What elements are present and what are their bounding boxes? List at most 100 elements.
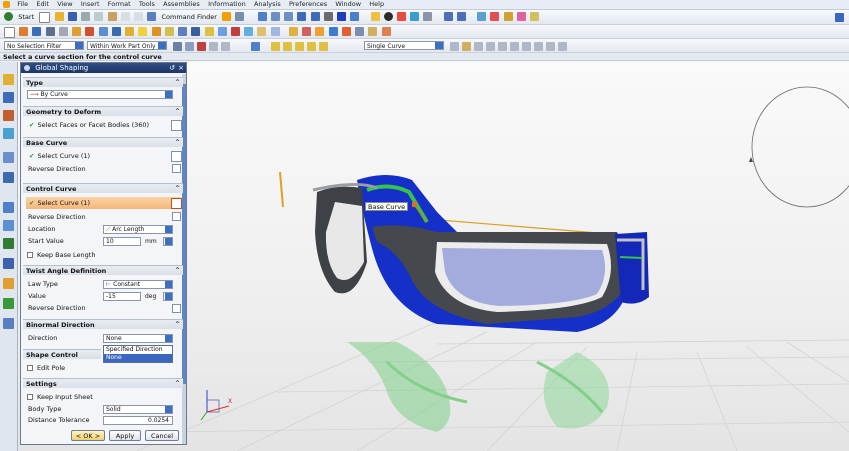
split-body-icon[interactable]: [191, 27, 201, 36]
start-icon[interactable]: [4, 12, 13, 21]
section-type[interactable]: Type ^: [23, 77, 183, 87]
process-studio-icon[interactable]: [3, 202, 14, 213]
direction-dropdown[interactable]: None: [103, 334, 173, 343]
snap-endpoint-icon[interactable]: [197, 42, 206, 51]
datum-axis-icon[interactable]: [217, 27, 227, 36]
twist-value-menu[interactable]: [163, 292, 173, 301]
save-icon[interactable]: [67, 12, 77, 21]
command-finder-button[interactable]: Command Finder: [159, 10, 218, 24]
sketch-icon[interactable]: [4, 27, 15, 38]
display-icon[interactable]: [423, 12, 433, 21]
snap-center-icon[interactable]: [221, 42, 230, 51]
menu-preferences[interactable]: Preferences: [286, 0, 330, 9]
curve-select-icon[interactable]: [171, 151, 182, 162]
orient-icon[interactable]: [310, 12, 320, 21]
section-control-curve[interactable]: Control Curve ^: [23, 183, 183, 193]
mesh-icon[interactable]: [302, 27, 312, 36]
history-icon[interactable]: [3, 152, 14, 163]
curve-tool4-icon[interactable]: [307, 42, 316, 51]
subtract-icon[interactable]: [151, 27, 161, 36]
snap-point-icon[interactable]: [534, 42, 543, 51]
layout-icon[interactable]: [235, 12, 245, 21]
snap-midpoint-icon[interactable]: [209, 42, 218, 51]
section-icon[interactable]: [383, 12, 393, 21]
analysis-icon[interactable]: [477, 12, 487, 21]
snap-more-icon[interactable]: [546, 42, 555, 51]
twist-value-input[interactable]: -15: [103, 292, 141, 301]
paste-icon[interactable]: [107, 12, 117, 21]
edge-icon[interactable]: [350, 12, 360, 21]
base-curve-selector[interactable]: ✔ Select Curve (1): [26, 150, 171, 162]
system-materials-icon[interactable]: [3, 258, 14, 269]
curve-tool5-icon[interactable]: [319, 42, 328, 51]
start-button[interactable]: Start: [16, 10, 36, 24]
section-geometry-to-deform[interactable]: Geometry to Deform ^: [23, 106, 183, 116]
zoom-icon[interactable]: [270, 12, 280, 21]
curve-tool2-icon[interactable]: [283, 42, 292, 51]
xform-icon[interactable]: [368, 27, 378, 36]
assembly-navigator-icon[interactable]: [3, 74, 14, 85]
section-base-curve[interactable]: Base Curve ^: [23, 137, 183, 147]
trim-body-icon[interactable]: [178, 27, 188, 36]
new-icon[interactable]: [39, 12, 51, 23]
rotate-icon[interactable]: [297, 12, 307, 21]
ok-button[interactable]: < OK >: [71, 430, 105, 441]
section-settings[interactable]: Settings ^: [23, 378, 183, 388]
curve-rule-dropdown[interactable]: Single Curve: [364, 41, 444, 50]
extrude-icon[interactable]: [19, 27, 29, 36]
shell-icon[interactable]: [98, 27, 108, 36]
menu-assemblies[interactable]: Assemblies: [160, 0, 203, 9]
measure-icon[interactable]: [503, 12, 513, 21]
render-style-icon[interactable]: [323, 12, 333, 21]
menu-insert[interactable]: Insert: [78, 0, 103, 9]
revolve-icon[interactable]: [32, 27, 42, 36]
snap-quad-icon[interactable]: [510, 42, 519, 51]
command-finder-icon[interactable]: [147, 12, 157, 21]
section-binormal-direction[interactable]: Binormal Direction ^: [23, 319, 183, 329]
undo-icon[interactable]: [120, 12, 130, 21]
menu-format[interactable]: Format: [105, 0, 134, 9]
close-icon[interactable]: ×: [177, 64, 185, 72]
snap-arc-center-icon[interactable]: [522, 42, 531, 51]
hole-icon[interactable]: [45, 27, 55, 36]
sweep-icon[interactable]: [328, 27, 338, 36]
select-feature-icon[interactable]: [173, 42, 182, 51]
menu-file[interactable]: File: [14, 0, 31, 9]
open-icon[interactable]: [54, 12, 64, 21]
offset-icon[interactable]: [270, 27, 280, 36]
type-dropdown[interactable]: ⟿ By Curve: [27, 90, 173, 99]
selection-filter-dropdown[interactable]: No Selection Filter: [4, 41, 84, 50]
fit-icon[interactable]: [257, 12, 267, 21]
system-scenes-icon[interactable]: [3, 298, 14, 309]
constraint-navigator-icon[interactable]: [3, 92, 14, 103]
hd3d-tools-icon[interactable]: [3, 318, 14, 329]
datum-plane-icon[interactable]: [204, 27, 214, 36]
curve-select-icon[interactable]: [171, 198, 182, 209]
shaded-icon[interactable]: [337, 12, 347, 21]
copy-icon[interactable]: [94, 12, 104, 21]
layer-icon[interactable]: [410, 12, 420, 21]
chain-within-icon[interactable]: [474, 42, 483, 51]
dialog-title-bar[interactable]: Global Shaping ↺ ×: [21, 63, 186, 73]
menu-edit[interactable]: Edit: [33, 0, 52, 9]
select-faces-selector[interactable]: ✔ Select Faces or Facet Bodies (360): [26, 119, 171, 131]
point-icon[interactable]: [230, 27, 240, 36]
chamfer-icon[interactable]: [85, 27, 95, 36]
roles-icon[interactable]: [3, 238, 14, 249]
reverse-direction-icon[interactable]: [172, 212, 181, 221]
gear-icon[interactable]: [24, 64, 30, 71]
location-dropdown[interactable]: ⟋ Arc Length: [103, 225, 173, 234]
start-value-menu[interactable]: [163, 237, 173, 246]
distance-tolerance-input[interactable]: 0.0254: [103, 416, 173, 425]
keep-base-length-checkbox[interactable]: [27, 252, 33, 258]
snap-last-icon[interactable]: [558, 42, 567, 51]
mirror-icon[interactable]: [125, 27, 135, 36]
section-twist-angle[interactable]: Twist Angle Definition ^: [23, 265, 183, 275]
body-type-dropdown[interactable]: Solid: [103, 405, 173, 414]
deviation-icon[interactable]: [516, 12, 526, 21]
window-icon[interactable]: [222, 12, 232, 21]
color-icon[interactable]: [396, 12, 406, 21]
spline-icon[interactable]: [257, 27, 267, 36]
follow-fillet-icon[interactable]: [462, 42, 471, 51]
x-form-icon[interactable]: [381, 27, 391, 36]
